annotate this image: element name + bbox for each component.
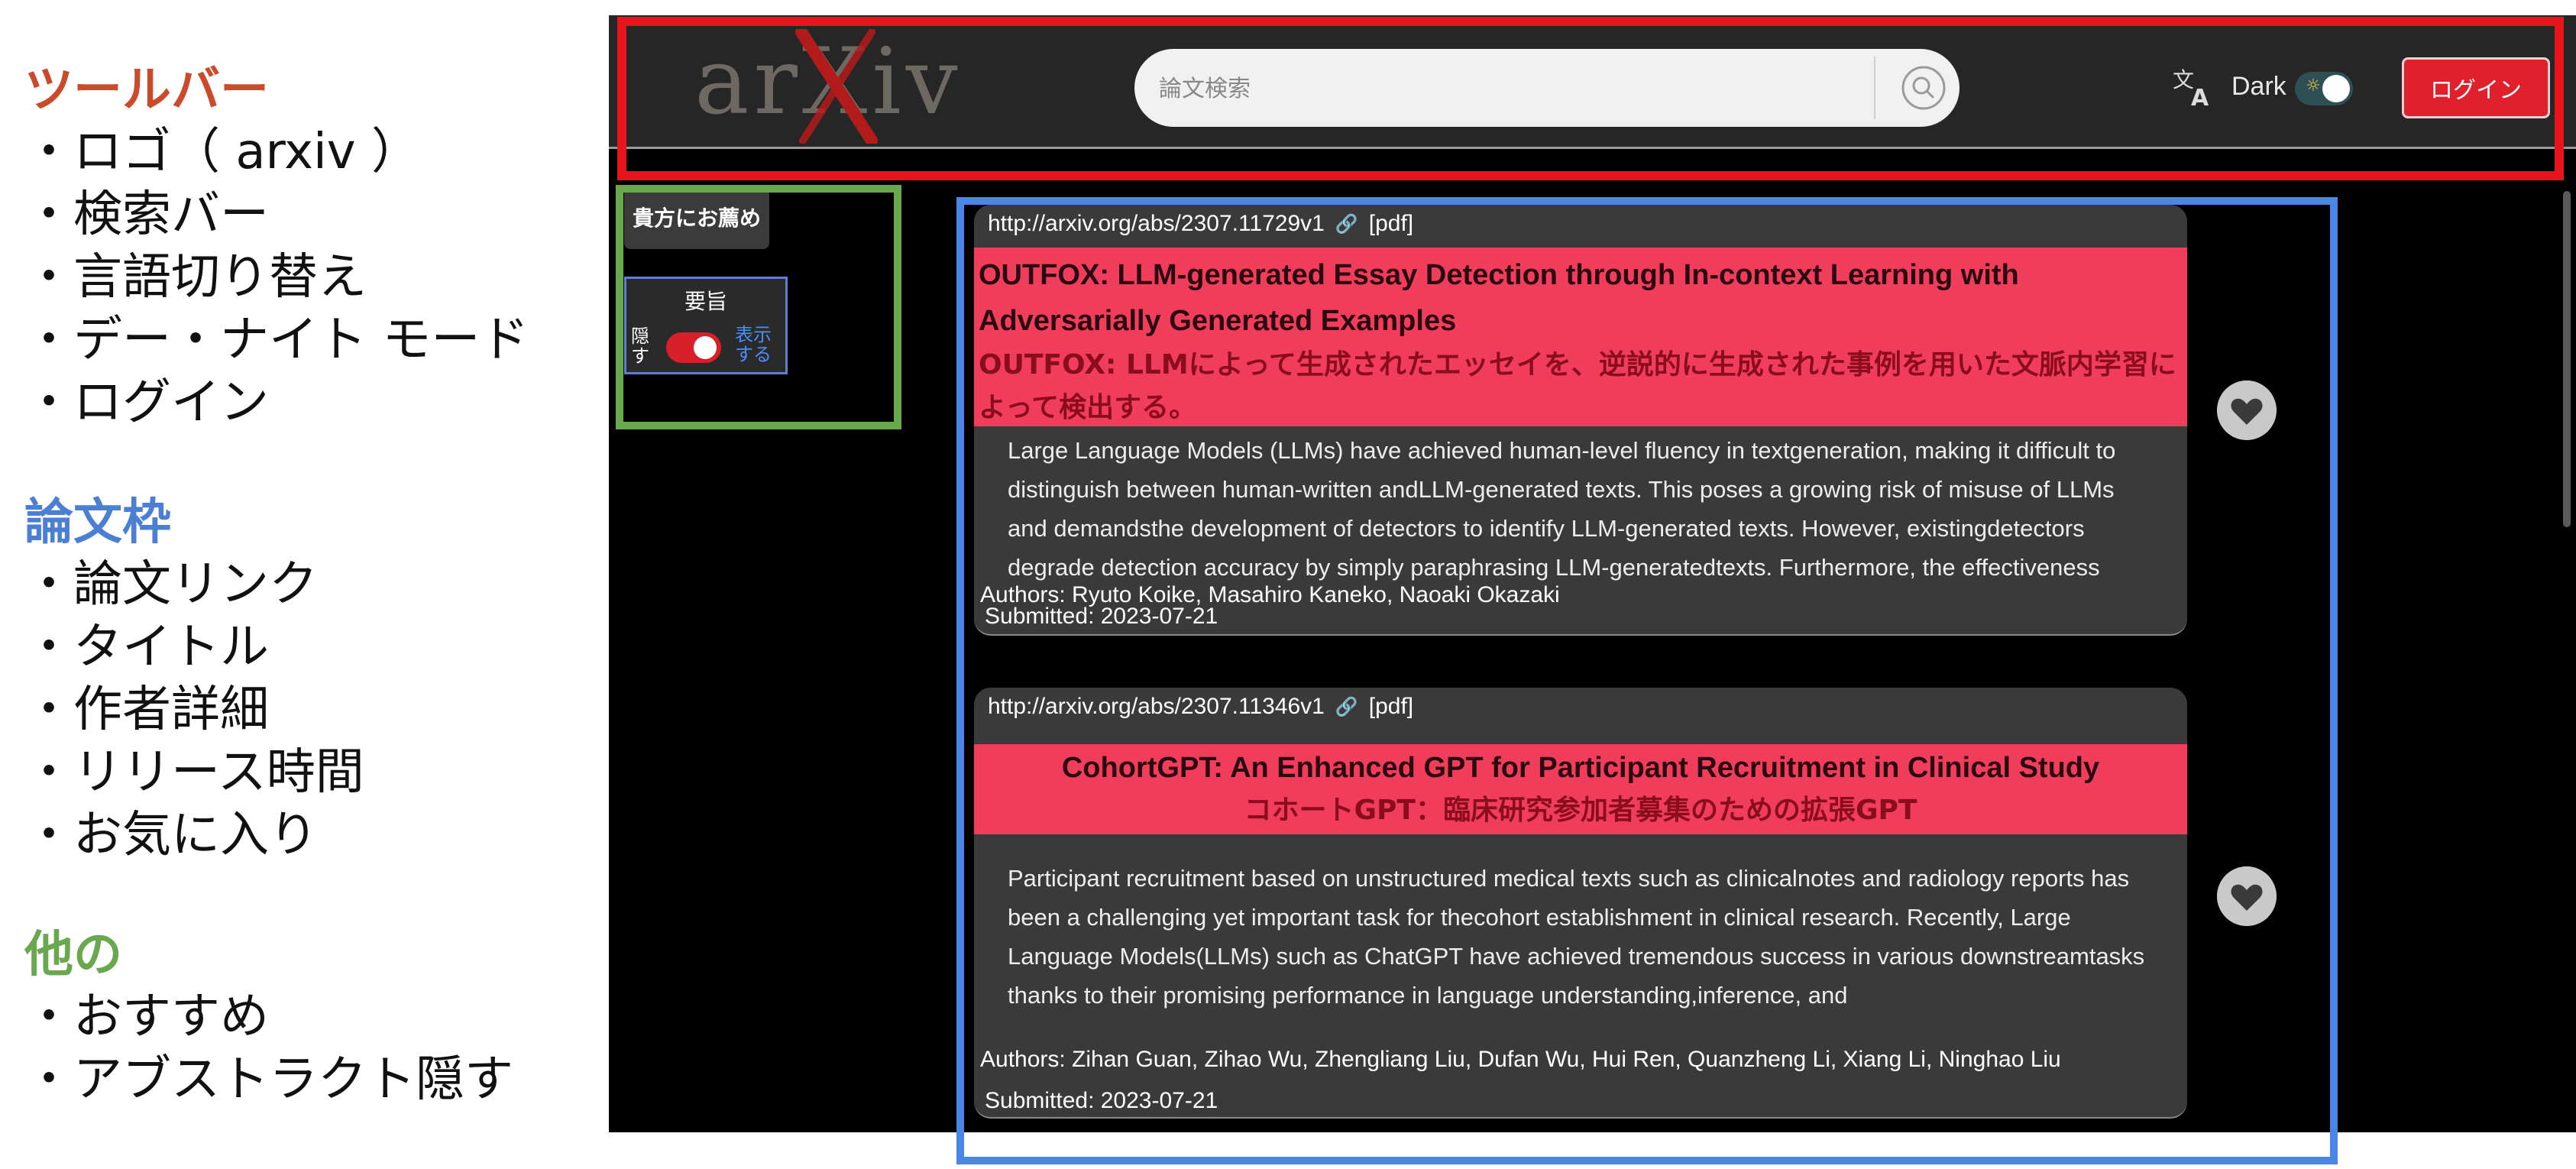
- legend-item: ・言語切り替え: [24, 249, 367, 306]
- legend-item: ・タイトル: [24, 619, 269, 675]
- legend-item: ・おすすめ: [24, 989, 269, 1045]
- legend-item: ・検索バー: [24, 186, 269, 243]
- legend-other-list: ・おすすめ ・アブストラクト隠す: [24, 986, 590, 1111]
- legend-paper-frame-list: ・論文リンク ・タイトル ・作者詳細 ・リリース時間 ・お気に入り: [24, 553, 590, 866]
- legend-item: ・作者詳細: [24, 682, 269, 738]
- legend-item: ・アブストラクト隠す: [24, 1051, 513, 1108]
- legend-item: ・ログイン: [24, 374, 269, 431]
- legend-item: ・リリース時間: [24, 744, 364, 801]
- paper-frame-annotation: [956, 197, 2338, 1164]
- legend-paper-frame-title: 論文枠: [24, 494, 171, 551]
- scrollbar[interactable]: [2563, 191, 2571, 527]
- legend-item: ・お気に入り: [24, 807, 318, 863]
- legend-toolbar-list: ・ロゴ（ arxiv ） ・検索バー ・言語切り替え ・デー・ナイト モード ・…: [24, 121, 590, 434]
- legend-item: ・ロゴ（ arxiv ）: [24, 124, 421, 180]
- other-annotation-frame: [616, 185, 901, 429]
- legend-other-title: 他の: [24, 927, 122, 983]
- legend-item: ・デー・ナイト モード: [24, 312, 529, 368]
- legend-item: ・論文リンク: [24, 556, 318, 613]
- annotation-legend: ツールバー ・ロゴ（ arxiv ） ・検索バー ・言語切り替え ・デー・ナイト…: [24, 60, 590, 1169]
- toolbar-annotation-frame: [617, 17, 2564, 180]
- legend-toolbar-title: ツールバー: [24, 62, 269, 118]
